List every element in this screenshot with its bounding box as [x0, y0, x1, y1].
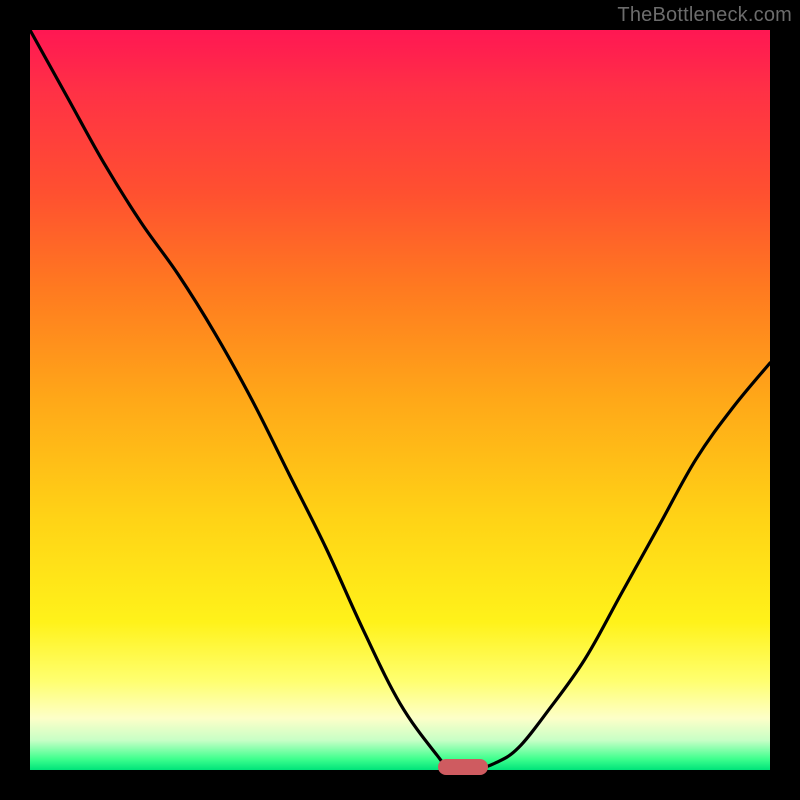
- watermark-text: TheBottleneck.com: [617, 4, 792, 27]
- plot-area: [30, 30, 770, 770]
- bottleneck-curve: [30, 30, 770, 772]
- optimum-marker: [438, 759, 488, 775]
- chart-stage: TheBottleneck.com: [0, 0, 800, 800]
- curve-svg: [30, 30, 770, 770]
